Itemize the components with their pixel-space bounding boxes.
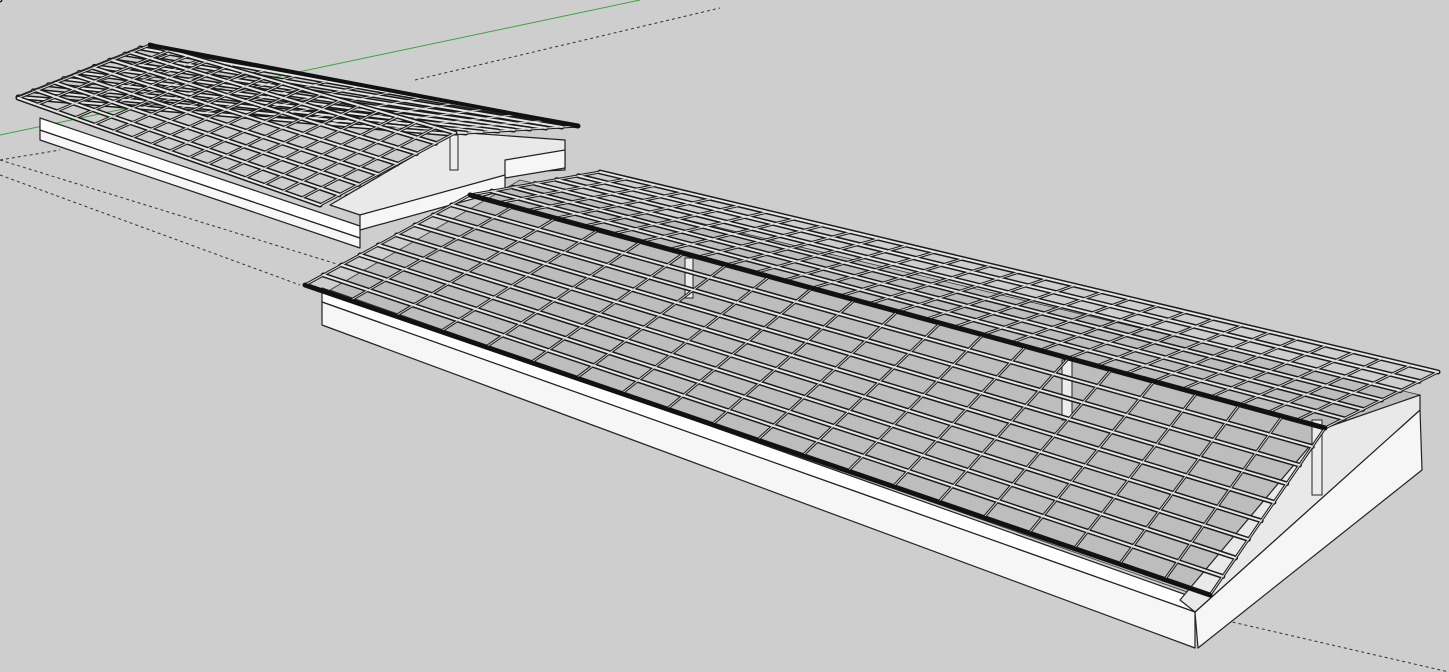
3d-modeling-viewport[interactable] [0,0,1449,672]
dashed-axis-line-left [0,149,61,161]
rear-post [449,134,459,171]
dashed-axis-line-top [414,7,721,81]
front-interior-post-1 [1061,359,1073,421]
model-canvas[interactable] [0,0,1449,672]
front-gable-post [1311,419,1323,496]
front-building[interactable] [302,169,1441,649]
